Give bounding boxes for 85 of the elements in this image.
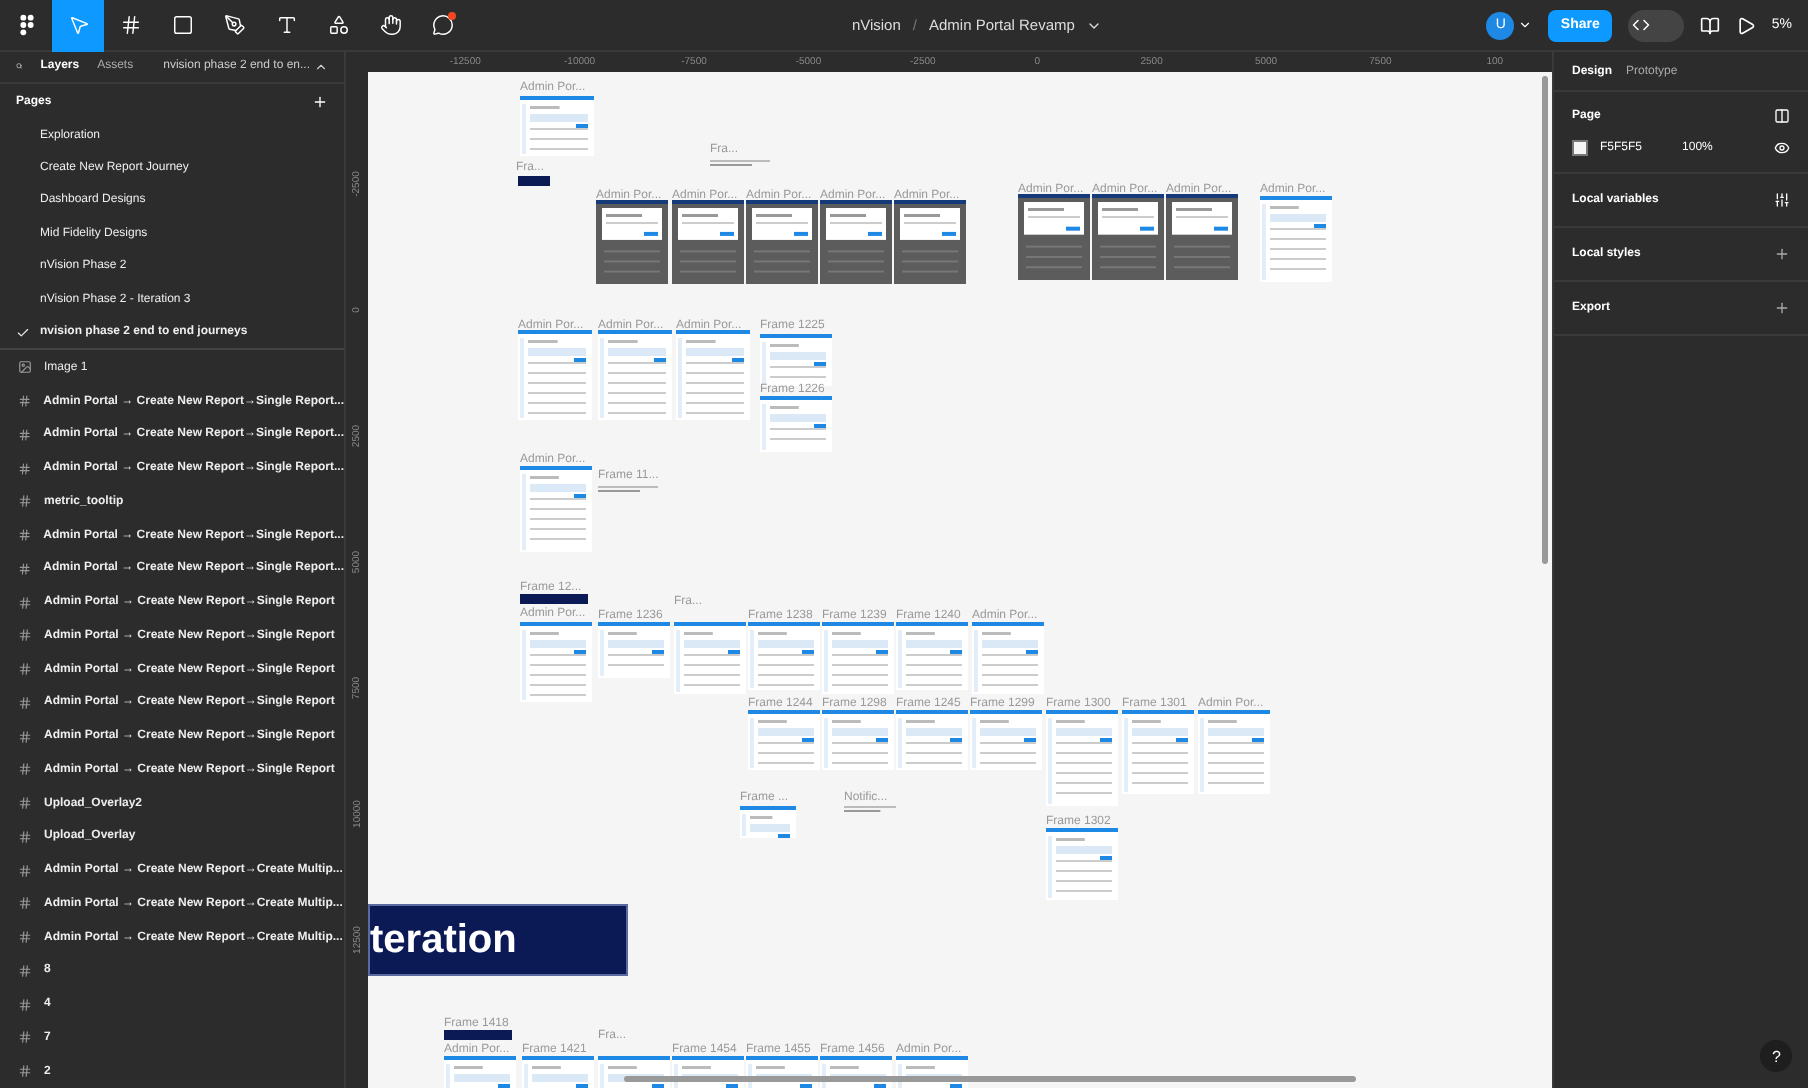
- rectangle-icon: [171, 14, 193, 36]
- screen-thumbnail[interactable]: [1198, 710, 1270, 794]
- add-icon[interactable]: [1774, 246, 1790, 262]
- screen-thumbnail[interactable]: [1166, 194, 1238, 280]
- screen-thumbnail[interactable]: [520, 622, 592, 702]
- add-icon[interactable]: [1774, 300, 1790, 316]
- screen-thumbnail[interactable]: [822, 622, 894, 694]
- code-icon: [1631, 16, 1650, 34]
- frame-icon: [18, 695, 32, 710]
- frame-icon: [18, 896, 32, 911]
- text-icon: [275, 14, 297, 36]
- book-icon[interactable]: [1699, 15, 1720, 35]
- frame-icon: [18, 997, 32, 1012]
- main-menu-icon: [17, 14, 35, 36]
- sliders-icon[interactable]: [1774, 192, 1790, 208]
- columns-icon[interactable]: [1774, 108, 1790, 124]
- help-button[interactable]: ?: [1760, 1040, 1792, 1072]
- screen-thumbnail[interactable]: [746, 200, 818, 284]
- add-icon[interactable]: [312, 93, 328, 109]
- screen-thumbnail[interactable]: [1046, 828, 1118, 900]
- frame-icon: [18, 1030, 32, 1045]
- screen-thumbnail[interactable]: [598, 330, 672, 420]
- frame-icon: [18, 963, 32, 978]
- screen-thumbnail[interactable]: [674, 622, 746, 694]
- frame-icon: [18, 561, 32, 576]
- screen-thumbnail[interactable]: [518, 330, 592, 420]
- screen-thumbnail[interactable]: [822, 710, 894, 770]
- screen-thumbnail[interactable]: [520, 96, 594, 156]
- scrollbar[interactable]: [1542, 76, 1548, 564]
- canvas[interactable]: [368, 72, 1552, 1088]
- screen-thumbnail[interactable]: [740, 806, 796, 838]
- frame-icon: [18, 595, 32, 610]
- frame-icon: [18, 796, 32, 811]
- chevron-up-icon[interactable]: [314, 59, 328, 74]
- screen-thumbnail[interactable]: [748, 710, 820, 770]
- comment-icon: [431, 14, 453, 36]
- screen-thumbnail[interactable]: [672, 200, 744, 284]
- check-icon: [16, 325, 30, 340]
- screen-thumbnail[interactable]: [748, 622, 820, 690]
- screen-thumbnail[interactable]: [598, 622, 670, 678]
- screen-thumbnail[interactable]: [596, 200, 668, 284]
- screen-thumbnail[interactable]: [896, 622, 968, 690]
- frame-icon: [18, 930, 32, 945]
- color-swatch[interactable]: [1572, 140, 1588, 156]
- dev-mode-toggle[interactable]: [1627, 9, 1684, 41]
- hand-icon: [379, 14, 401, 36]
- frame-icon: [18, 628, 32, 643]
- screen-thumbnail[interactable]: [760, 396, 832, 452]
- shapes-icon: [327, 14, 349, 36]
- text-note-drawing[interactable]: [844, 806, 896, 812]
- screen-thumbnail[interactable]: [896, 710, 968, 770]
- frame-icon: [18, 494, 32, 509]
- screen-thumbnail[interactable]: [972, 622, 1044, 694]
- frame-icon: [18, 1064, 32, 1079]
- frame-icon: [18, 863, 32, 878]
- pen-icon: [223, 14, 245, 36]
- frame-icon: [18, 528, 32, 543]
- frame-icon: [18, 427, 32, 442]
- chevron-down-icon[interactable]: [1518, 18, 1533, 32]
- eye-icon[interactable]: [1774, 140, 1790, 156]
- screen-thumbnail[interactable]: [520, 466, 592, 552]
- frame-icon: [18, 394, 32, 409]
- screen-thumbnail[interactable]: [1092, 194, 1164, 280]
- screen-thumbnail[interactable]: [760, 334, 832, 386]
- scrollbar[interactable]: [624, 1076, 1356, 1082]
- screen-thumbnail[interactable]: [1122, 710, 1194, 794]
- text-note-drawing[interactable]: [710, 160, 770, 168]
- screen-thumbnail[interactable]: [970, 710, 1042, 770]
- frame-icon: [18, 662, 32, 677]
- frame-icon: [119, 14, 141, 36]
- screen-thumbnail[interactable]: [894, 200, 966, 284]
- frame-icon: [18, 762, 32, 777]
- screen-thumbnail[interactable]: [1018, 194, 1090, 280]
- frame-icon: [18, 729, 32, 744]
- image-icon: [18, 360, 32, 375]
- screen-thumbnail[interactable]: [820, 200, 892, 284]
- screen-thumbnail[interactable]: [1260, 196, 1332, 282]
- pointer-icon: [67, 14, 89, 36]
- frame-icon: [18, 461, 32, 476]
- screen-thumbnail[interactable]: [676, 330, 750, 420]
- frame-icon: [18, 829, 32, 844]
- play-icon[interactable]: [1735, 15, 1756, 35]
- iteration-banner: teration: [368, 904, 628, 976]
- screen-thumbnail[interactable]: [1046, 710, 1118, 806]
- text-note-drawing[interactable]: [598, 486, 658, 492]
